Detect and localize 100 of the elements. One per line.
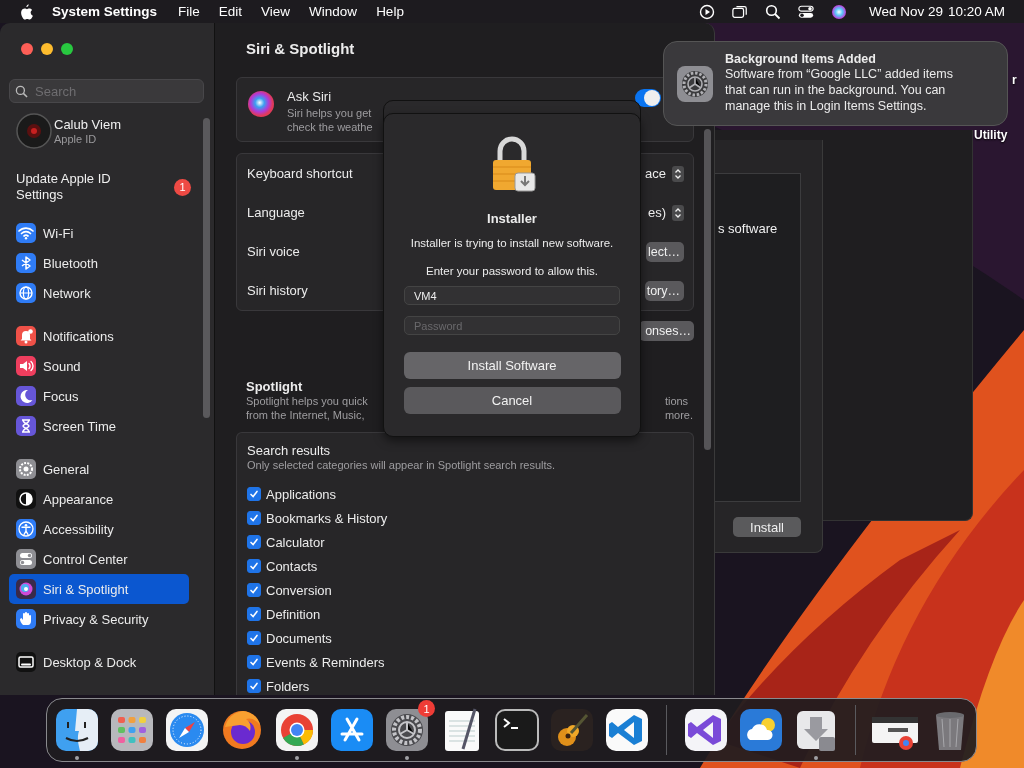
checkbox-label: Documents — [266, 630, 332, 646]
sidebar-item[interactable]: Control Center — [9, 544, 189, 574]
checkbox[interactable] — [247, 535, 261, 549]
sidebar-item[interactable]: Wi-Fi — [9, 218, 189, 248]
dialog-message: Installer is trying to install new software. — [410, 237, 614, 249]
dialog-title: Installer — [487, 211, 537, 226]
description-text: Spotlight helps you quick — [246, 394, 368, 408]
push-button[interactable]: onses… — [639, 321, 694, 341]
menu-item[interactable]: Edit — [218, 4, 243, 19]
install-button[interactable]: Install — [733, 517, 801, 537]
gear-icon — [676, 65, 714, 103]
desktop-icon-label: Utility — [974, 128, 1008, 142]
play-icon[interactable] — [698, 3, 715, 20]
install-button[interactable]: Install Software — [403, 352, 621, 379]
description-text: tions — [664, 394, 690, 408]
checkbox[interactable] — [247, 631, 261, 645]
sidebar-item[interactable]: Privacy & Security — [9, 604, 189, 634]
gear-icon[interactable] — [384, 707, 430, 753]
app-menu[interactable]: System Settings — [52, 4, 158, 19]
update-link[interactable]: Update Apple ID Settings — [16, 171, 136, 203]
setting-label: Siri voice — [247, 244, 300, 259]
toggle-switch[interactable] — [635, 89, 661, 107]
stepper-icon — [672, 165, 684, 182]
checkbox[interactable] — [247, 583, 261, 597]
checkbox-label: Definition — [266, 606, 321, 622]
menu-item[interactable]: Window — [309, 4, 358, 19]
setting-label: Siri history — [247, 283, 308, 298]
app-grid-icon[interactable] — [109, 707, 155, 753]
sidebar-item[interactable]: Sound — [9, 351, 189, 381]
minimize-button[interactable] — [41, 43, 53, 55]
windows-icon[interactable] — [731, 3, 748, 20]
checkbox-label: Bookmarks & History — [266, 510, 388, 526]
cloud-sun-icon[interactable] — [738, 707, 784, 753]
menu-item[interactable]: View — [261, 4, 291, 19]
checkbox[interactable] — [247, 607, 261, 621]
username-field[interactable]: VM4 — [404, 286, 620, 305]
checkbox-label: Conversion — [266, 582, 332, 598]
setting-label: Keyboard shortcut — [247, 166, 353, 181]
dialog-message: Enter your password to allow this. — [426, 265, 598, 277]
terminal-icon[interactable] — [494, 707, 540, 753]
ring-icon[interactable] — [274, 707, 320, 753]
push-button[interactable]: lect… — [646, 241, 684, 262]
section-title: Search results — [247, 443, 332, 458]
stepper-icon — [672, 204, 684, 221]
sidebar-item[interactable]: Notifications — [9, 321, 189, 351]
compass-icon[interactable] — [164, 707, 210, 753]
account-name[interactable]: Calub Viem — [54, 117, 121, 132]
menu-bar-clock[interactable]: 10:20 AM — [947, 4, 1005, 19]
checkbox[interactable] — [247, 487, 261, 501]
notification-banner[interactable]: Background Items Added Software from “Google LLC” added items that can run in the background. You can manage this in Login Items Settings. — [663, 41, 1008, 126]
checkbox[interactable] — [247, 655, 261, 669]
siri-icon[interactable] — [830, 3, 847, 20]
sidebar-item[interactable]: Bluetooth — [9, 248, 189, 278]
account-subtitle: Apple ID — [54, 133, 98, 145]
scrollbar-thumb[interactable] — [704, 129, 711, 450]
sidebar-item[interactable]: Network — [9, 278, 189, 308]
store-icon[interactable] — [329, 707, 375, 753]
toggles-icon[interactable] — [797, 3, 814, 20]
checkbox-label: Calculator — [266, 534, 325, 550]
guitar-icon[interactable] — [549, 707, 595, 753]
sidebar-item[interactable]: Focus — [9, 381, 189, 411]
zoom-button[interactable] — [61, 43, 73, 55]
sidebar-item[interactable]: Accessibility — [9, 514, 189, 544]
sidebar-item[interactable]: Appearance — [9, 484, 189, 514]
menu-item[interactable]: Help — [376, 4, 404, 19]
face-icon[interactable] — [54, 707, 100, 753]
code-editor-icon[interactable] — [604, 707, 650, 753]
popup-menu[interactable]: es) — [647, 204, 684, 221]
search-icon — [15, 85, 28, 98]
description-text: more. — [664, 408, 693, 422]
sidebar-item[interactable]: Screen Time — [9, 411, 189, 441]
close-button[interactable] — [21, 43, 33, 55]
checkbox[interactable] — [247, 679, 261, 693]
apple-icon[interactable] — [19, 3, 33, 20]
checkbox-label: Events & Reminders — [266, 654, 385, 670]
notification-badge: 1 — [174, 178, 191, 196]
sidebar-item[interactable]: General — [9, 454, 189, 484]
scrollbar-thumb[interactable] — [203, 118, 210, 418]
popup-menu[interactable]: ace — [645, 165, 684, 182]
setting-label: Language — [247, 205, 305, 220]
page-title: Siri & Spotlight — [246, 40, 356, 59]
desktop-icon-label: r — [1012, 73, 1017, 87]
checkbox[interactable] — [247, 511, 261, 525]
sidebar-item[interactable]: Siri & Spotlight — [9, 574, 189, 604]
menu-item[interactable]: File — [178, 4, 200, 19]
checkbox-label: Contacts — [266, 558, 318, 574]
cancel-button[interactable]: Cancel — [403, 387, 621, 414]
description-text: check the weathe — [287, 120, 373, 134]
menu-bar-date[interactable]: Wed Nov 29 — [868, 4, 943, 19]
ribbon-icon[interactable] — [683, 707, 729, 753]
sidebar-item[interactable]: Desktop & Dock — [9, 647, 189, 677]
checkbox-label: Applications — [266, 486, 337, 502]
push-button[interactable]: tory… — [644, 280, 684, 301]
setting-title: Ask Siri — [287, 89, 333, 104]
notification-badge: 1 — [418, 700, 435, 717]
search-icon[interactable] — [764, 3, 781, 20]
password-field[interactable]: Password — [404, 316, 620, 335]
checkbox[interactable] — [247, 559, 261, 573]
body-text: s software — [718, 221, 779, 236]
description-text: Only selected categories will appear in Spotlight search results. — [247, 458, 557, 472]
